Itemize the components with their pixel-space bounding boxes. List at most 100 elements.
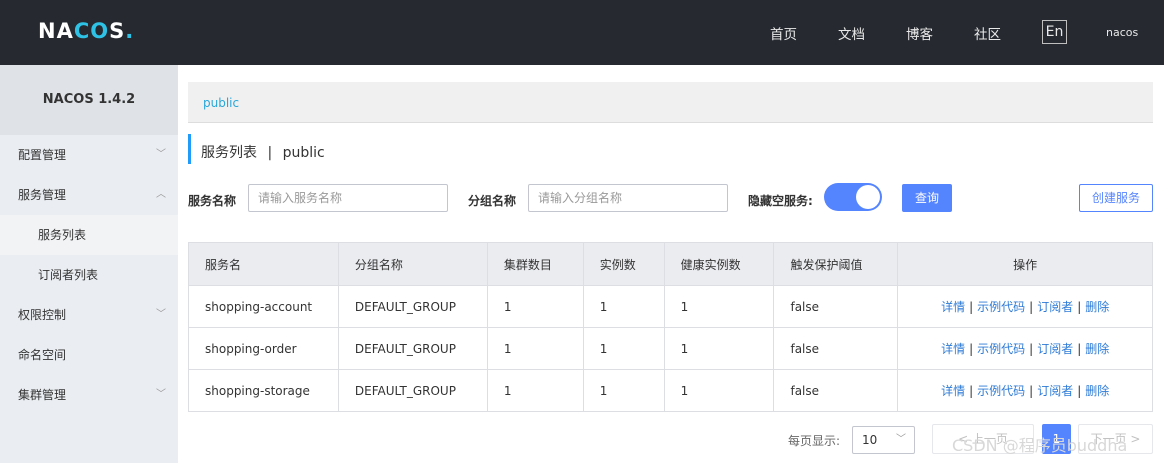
threshold-cell: false <box>773 327 899 370</box>
namespace-bar: public <box>188 82 1153 123</box>
sidebar-item-config-management[interactable]: 配置管理 ﹀ <box>0 135 178 175</box>
subscribers-link[interactable]: 订阅者 <box>1037 384 1073 398</box>
sidebar-item-label: 服务列表 <box>38 228 87 242</box>
csdn-watermark: CSDN @程序员buddha <box>952 436 1128 455</box>
nav-docs[interactable]: 文档 <box>838 23 865 43</box>
chevron-down-icon: ﹀ <box>156 389 166 400</box>
group-name-cell: DEFAULT_GROUP <box>337 327 488 370</box>
op-separator: | <box>1077 300 1082 314</box>
op-separator: | <box>969 384 974 398</box>
logo-text-c: C <box>73 19 91 43</box>
operations-cell: 详情 | 示例代码 | 订阅者 | 删除 <box>897 369 1153 412</box>
operations-cell: 详情 | 示例代码 | 订阅者 | 删除 <box>897 285 1153 328</box>
chevron-down-icon: ﹀ <box>896 434 906 445</box>
delete-link[interactable]: 删除 <box>1085 384 1109 398</box>
service-name-input[interactable]: 请输入服务名称 <box>248 184 448 212</box>
table-header-row: 服务名 分组名称 集群数目 实例数 健康实例数 触发保护阈值 操作 <box>188 242 1153 286</box>
column-header: 实例数 <box>582 242 665 286</box>
sidebar-item-service-management[interactable]: 服务管理 ︿ <box>0 175 178 215</box>
operations-cell: 详情 | 示例代码 | 订阅者 | 删除 <box>897 327 1153 370</box>
cluster-count-cell: 1 <box>486 369 584 412</box>
logo-text-na: NA <box>38 19 74 43</box>
column-header: 操作 <box>897 242 1153 286</box>
op-separator: | <box>969 342 974 356</box>
nav-blog[interactable]: 博客 <box>906 23 933 43</box>
version-label: NACOS 1.4.2 <box>0 65 178 135</box>
column-header: 健康实例数 <box>663 242 775 286</box>
service-name-label: 服务名称 <box>188 194 237 208</box>
sidebar-item-subscriber-list[interactable]: 订阅者列表 <box>0 255 178 295</box>
service-table: 服务名 分组名称 集群数目 实例数 健康实例数 触发保护阈值 操作 shoppi… <box>188 242 1153 412</box>
hide-empty-label: 隐藏空服务: <box>748 194 813 208</box>
subscribers-link[interactable]: 订阅者 <box>1037 300 1073 314</box>
group-name-label: 分组名称 <box>468 194 517 208</box>
per-page-label: 每页显示: <box>788 434 841 448</box>
subscribers-link[interactable]: 订阅者 <box>1037 342 1073 356</box>
cluster-count-cell: 1 <box>486 285 584 328</box>
user-name[interactable]: nacos <box>1106 26 1138 39</box>
nacos-logo[interactable]: NACOS. <box>38 19 134 43</box>
sidebar-item-label: 权限控制 <box>18 308 67 322</box>
op-separator: | <box>1077 342 1082 356</box>
language-switch-button[interactable]: En <box>1042 20 1067 44</box>
op-separator: | <box>1029 384 1034 398</box>
op-separator: | <box>969 300 974 314</box>
hide-empty-toggle[interactable] <box>824 183 882 211</box>
service-name-cell: shopping-storage <box>188 369 339 412</box>
top-header: NACOS. 首页 文档 博客 社区 En nacos <box>0 0 1164 65</box>
per-page-select[interactable]: 10 ﹀ <box>852 426 915 454</box>
logo-text-o: O <box>90 19 110 43</box>
nav-home[interactable]: 首页 <box>770 23 797 43</box>
sidebar-item-cluster-management[interactable]: 集群管理 ﹀ <box>0 375 178 415</box>
table-row: shopping-account DEFAULT_GROUP 1 1 1 fal… <box>188 285 1153 328</box>
group-name-input[interactable]: 请输入分组名称 <box>528 184 728 212</box>
nav-community[interactable]: 社区 <box>974 23 1001 43</box>
sidebar-item-label: 服务管理 <box>18 188 67 202</box>
detail-link[interactable]: 详情 <box>941 300 965 314</box>
op-separator: | <box>1077 384 1082 398</box>
delete-link[interactable]: 删除 <box>1085 342 1109 356</box>
healthy-count-cell: 1 <box>663 285 775 328</box>
sidebar-item-label: 订阅者列表 <box>38 268 99 282</box>
detail-link[interactable]: 详情 <box>941 342 965 356</box>
sidebar-item-service-list[interactable]: 服务列表 <box>0 215 178 255</box>
chevron-down-icon: ﹀ <box>156 149 166 160</box>
namespace-link-public[interactable]: public <box>203 96 239 110</box>
logo-text-s: S <box>109 19 126 43</box>
instance-count-cell: 1 <box>582 285 665 328</box>
detail-link[interactable]: 详情 <box>941 384 965 398</box>
group-name-cell: DEFAULT_GROUP <box>337 285 488 328</box>
instance-count-cell: 1 <box>582 369 665 412</box>
query-button[interactable]: 查询 <box>902 184 952 212</box>
toggle-knob <box>856 185 880 209</box>
per-page-value: 10 <box>862 433 878 447</box>
column-header: 触发保护阈值 <box>773 242 899 286</box>
column-header: 分组名称 <box>337 242 488 286</box>
op-separator: | <box>1029 342 1034 356</box>
sidebar-item-access-control[interactable]: 权限控制 ﹀ <box>0 295 178 335</box>
healthy-count-cell: 1 <box>663 327 775 370</box>
service-name-cell: shopping-order <box>188 327 339 370</box>
chevron-up-icon: ︿ <box>156 189 166 200</box>
cluster-count-cell: 1 <box>486 327 584 370</box>
sidebar-item-label: 命名空间 <box>18 348 67 362</box>
chevron-down-icon: ﹀ <box>156 309 166 320</box>
sidebar: NACOS 1.4.2 配置管理 ﹀ 服务管理 ︿ 服务列表 订阅者列表 权限控… <box>0 65 178 463</box>
threshold-cell: false <box>773 369 899 412</box>
table-row: shopping-storage DEFAULT_GROUP 1 1 1 fal… <box>188 369 1153 412</box>
service-name-cell: shopping-account <box>188 285 339 328</box>
healthy-count-cell: 1 <box>663 369 775 412</box>
instance-count-cell: 1 <box>582 327 665 370</box>
page-title-namespace: public <box>282 145 325 161</box>
threshold-cell: false <box>773 285 899 328</box>
table-row: shopping-order DEFAULT_GROUP 1 1 1 false… <box>188 327 1153 370</box>
create-service-button[interactable]: 创建服务 <box>1079 184 1153 212</box>
sample-code-link[interactable]: 示例代码 <box>977 384 1025 398</box>
sample-code-link[interactable]: 示例代码 <box>977 300 1025 314</box>
sample-code-link[interactable]: 示例代码 <box>977 342 1025 356</box>
sidebar-item-label: 配置管理 <box>18 148 67 162</box>
delete-link[interactable]: 删除 <box>1085 300 1109 314</box>
sidebar-item-namespace[interactable]: 命名空间 <box>0 335 178 375</box>
op-separator: | <box>1029 300 1034 314</box>
main-content: public 服务列表 | public 服务名称 请输入服务名称 分组名称 请… <box>178 65 1164 463</box>
